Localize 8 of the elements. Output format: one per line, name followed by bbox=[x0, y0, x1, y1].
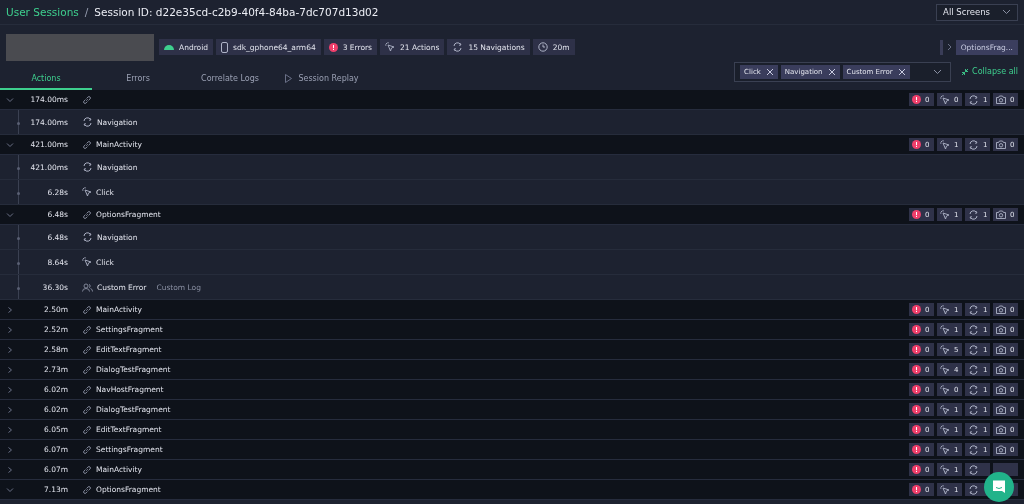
tab[interactable]: Session Replay bbox=[276, 69, 368, 90]
tab[interactable]: Correlate Logs bbox=[184, 69, 276, 90]
tab[interactable]: Errors bbox=[92, 69, 184, 90]
session-title: Session ID: d22e35cd-c2b9-40f4-84ba-7dc707d13d02 bbox=[94, 6, 379, 18]
user-sessions-link[interactable]: User Sessions bbox=[6, 6, 79, 18]
breadcrumb-separator: / bbox=[84, 6, 89, 18]
collapse-all-button[interactable]: Collapse all bbox=[961, 67, 1018, 76]
screen-select[interactable]: All Screens bbox=[936, 3, 1018, 21]
